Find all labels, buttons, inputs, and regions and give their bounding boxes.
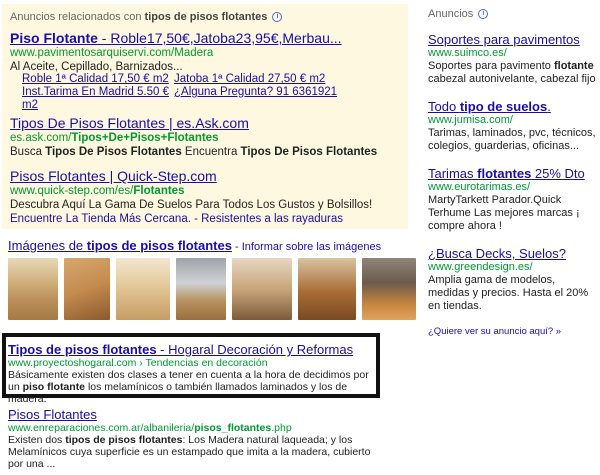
top-ads-header: Anuncios relacionados con tipos de pisos…: [10, 11, 283, 23]
advertise-here-link[interactable]: ¿Quiere ver su anuncio aquí? »: [428, 326, 596, 337]
image-results: Imágenes de tipos de pisos flotantes - I…: [8, 238, 416, 320]
ad-1: Piso Flotante - Roble17,50€,Jatoba23,95€…: [10, 30, 342, 74]
image-thumb-2[interactable]: [64, 258, 110, 320]
ad-3-url: www.quick-step.com/es/Flotantes: [10, 185, 185, 197]
ad-1-title[interactable]: Piso Flotante - Roble17,50€,Jatoba23,95€…: [10, 30, 342, 46]
result-1-title[interactable]: Tipos de pisos flotantes - Hogaral Decor…: [8, 342, 353, 357]
right-ad-2-snippet: Tarimas, laminados, pvc, técnicos, coleg…: [428, 127, 596, 152]
ad-2-url: es.ask.com/Tipos+De+Pisos+Flotantes: [10, 132, 219, 144]
image-thumb-5[interactable]: [232, 258, 292, 320]
ad-3-title[interactable]: Pisos Flotantes | Quick-Step.com: [10, 168, 217, 184]
ad-2-snippet: Busca Tipos De Pisos Flotantes Encuentra…: [10, 146, 378, 158]
report-images-link[interactable]: - Informar sobre las imágenes: [232, 241, 381, 253]
info-icon[interactable]: i: [272, 12, 283, 23]
image-thumbnails: [8, 258, 416, 320]
ad-2: Tipos De Pisos Flotantes | es.Ask.com es…: [10, 115, 377, 159]
ad-3-snippet: Descubra Aquí La Gama De Suelos Para Tod…: [10, 199, 373, 211]
right-ad-4-url: www.greendesign.es/: [428, 261, 533, 273]
ad-1-url: www.pavimentosarquiservi.com/Madera: [10, 47, 214, 59]
ad-3-links[interactable]: Encuentre La Tienda Más Cercana. - Resis…: [10, 212, 372, 226]
right-ad-3-title[interactable]: Tarimas flotantes 25% Dto: [428, 166, 585, 181]
right-ad-4-snippet: Amplia gama de modelos, medidas y precio…: [428, 274, 589, 312]
right-ad-4: ¿Busca Decks, Suelos? www.greendesign.es…: [428, 246, 596, 313]
result-1: Tipos de pisos flotantes - Hogaral Decor…: [8, 342, 376, 405]
sitelink-jatoba[interactable]: Jatoba 1ª Calidad 27,50 € m2: [174, 73, 325, 86]
right-ad-1-url: www.suimco.es/: [428, 47, 507, 59]
result-2-snippet: Existen dos tipos de pisos flotantes: Lo…: [8, 434, 371, 470]
result-1-url: www.proyectoshogaral.com › Tendencias en…: [8, 357, 268, 369]
result-1-snippet: Básicamente existen dos clases a tener e…: [8, 369, 369, 405]
right-ad-4-title[interactable]: ¿Busca Decks, Suelos?: [428, 246, 566, 261]
images-heading: Imágenes de tipos de pisos flotantes - I…: [8, 238, 408, 255]
ad-3: Pisos Flotantes | Quick-Step.com www.qui…: [10, 168, 372, 226]
right-ad-1: Soportes para pavimentos www.suimco.es/ …: [428, 32, 596, 86]
right-ads: Anuncios i Soportes para pavimentos www.…: [428, 8, 596, 337]
right-ad-3-url: www.eurotarimas.es/: [428, 181, 531, 193]
ad-1-sitelinks: Roble 1ª Calidad 17,50 € m2 Jatoba 1ª Ca…: [22, 73, 337, 112]
ad-2-title[interactable]: Tipos De Pisos Flotantes | es.Ask.com: [10, 115, 249, 131]
image-thumb-1[interactable]: [8, 258, 58, 320]
sitelink-pregunta[interactable]: ¿Alguna Pregunta? 91 6361921: [174, 86, 337, 112]
result-2-url: www.enreparaciones.com.ar/albanileria/pi…: [8, 422, 292, 434]
right-ad-3: Tarimas flotantes 25% Dto www.eurotarima…: [428, 166, 596, 233]
image-thumb-7[interactable]: [362, 258, 416, 320]
right-ad-2-title[interactable]: Todo tipo de suelos.: [428, 99, 551, 114]
right-ad-2-url: www.jumisa.com/: [428, 114, 513, 126]
right-ad-3-snippet: MartyTarkett Parador.Quick Terhume Las m…: [428, 194, 580, 232]
image-thumb-6[interactable]: [298, 258, 356, 320]
right-ad-1-title[interactable]: Soportes para pavimentos: [428, 32, 580, 47]
ad-1-snippet: Al Aceite, Cepillado, Barnizados...: [10, 61, 183, 73]
info-icon[interactable]: i: [478, 9, 489, 20]
sitelink-instalacion[interactable]: Inst.Tarima En Madrid 5.50 € m2: [22, 86, 174, 112]
result-2: Pisos Flotantes www.enreparaciones.com.a…: [8, 407, 388, 470]
result-2-title[interactable]: Pisos Flotantes: [8, 407, 97, 422]
top-ads-block: Anuncios relacionados con tipos de pisos…: [2, 4, 408, 229]
right-ads-header: Anuncios i: [428, 8, 596, 20]
image-thumb-4[interactable]: [176, 258, 226, 320]
image-thumb-3[interactable]: [116, 258, 170, 320]
images-title-link[interactable]: Imágenes de tipos de pisos flotantes: [8, 238, 232, 253]
sitelink-roble[interactable]: Roble 1ª Calidad 17,50 € m2: [22, 73, 174, 86]
right-ad-1-snippet: Soportes para pavimento flotante cabezal…: [428, 60, 596, 85]
right-ad-2: Todo tipo de suelos. www.jumisa.com/ Tar…: [428, 99, 596, 153]
